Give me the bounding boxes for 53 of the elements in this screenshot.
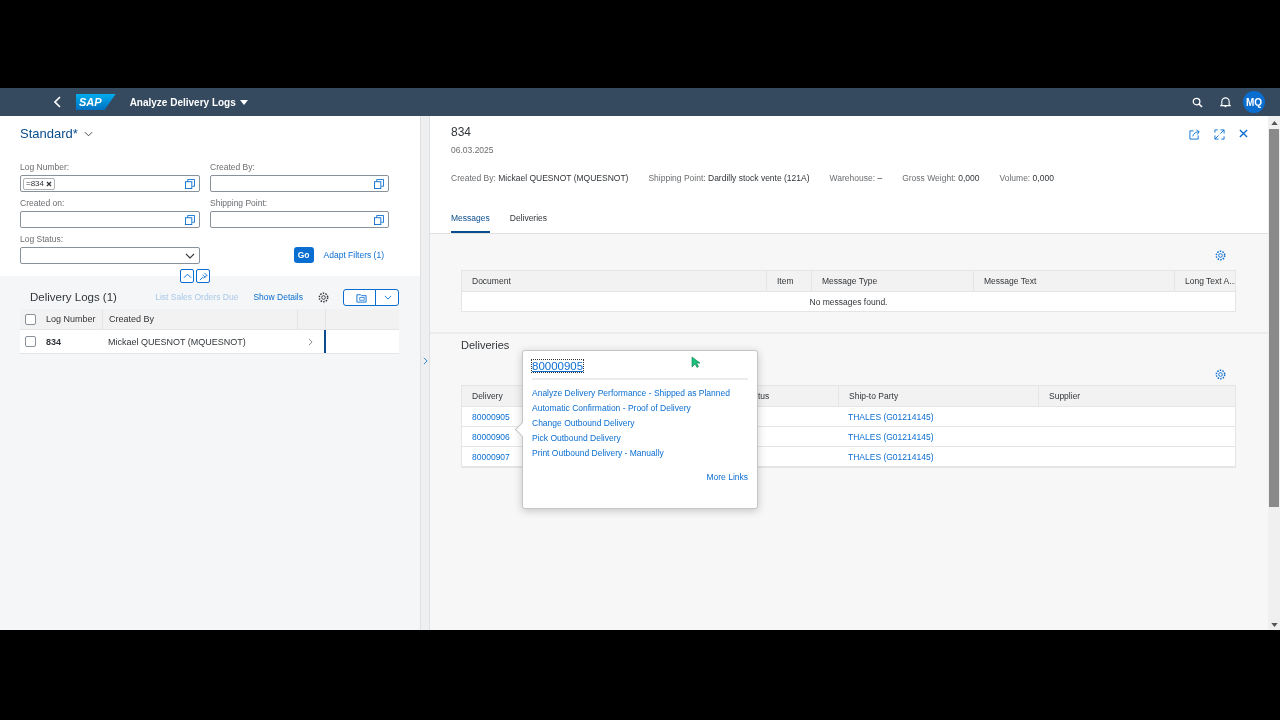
ship-to-link[interactable]: THALES (G01214145): [848, 411, 934, 422]
variant-selector[interactable]: Standard*: [20, 126, 93, 141]
column-header: Ship-to Party: [849, 391, 899, 401]
ship-to-link[interactable]: THALES (G01214145): [848, 431, 934, 442]
field-label: Created on:: [20, 198, 66, 208]
field-label: Log Status:: [20, 234, 64, 244]
attribute: Volume: 0,000: [999, 173, 1054, 183]
delivery-link[interactable]: 80000906: [472, 431, 510, 442]
object-subtitle: 06.03.2025: [451, 145, 494, 155]
table-title: Delivery Logs (1): [30, 291, 117, 303]
attribute: Shipping Point: Dardilly stock vente (121A): [648, 173, 810, 183]
app-link[interactable]: Automatic Confirmation - Proof of Delivery: [532, 403, 691, 413]
object-title: 834: [451, 125, 473, 139]
column-header: Long Text A...: [1185, 276, 1235, 286]
attribute: Gross Weight: 0,000: [902, 173, 980, 183]
app-link[interactable]: Pick Outbound Delivery: [532, 433, 621, 443]
attribute: Warehouse: –: [829, 173, 883, 183]
column-header: Supplier: [1049, 391, 1081, 401]
app-link[interactable]: Change Outbound Delivery: [532, 418, 635, 428]
table-row[interactable]: 834 Mickael QUESNOT (MQUESNOT): [20, 330, 399, 354]
field-label: Created By:: [210, 162, 256, 172]
app-link[interactable]: Print Outbound Delivery - Manually: [532, 448, 664, 458]
column-header: Document: [472, 276, 511, 286]
ship-to-link[interactable]: THALES (G01214145): [848, 451, 934, 462]
app-link[interactable]: Analyze Delivery Performance - Shipped as Planned: [532, 388, 730, 398]
column-header: Message Text: [984, 276, 1037, 286]
attribute: Created By: Mickael QUESNOT (MQUESNOT): [451, 173, 629, 183]
table-cell-text: 834: [46, 336, 63, 347]
empty-message: No messages found.: [809, 296, 888, 307]
column-header: Delivery: [472, 391, 503, 401]
input-field[interactable]: =834: [20, 175, 200, 192]
go-button[interactable]: Go: [293, 247, 314, 263]
field-label: Log Number:: [20, 162, 71, 172]
column-header: Item: [777, 276, 794, 286]
adapt-filters-link[interactable]: Adapt Filters (1): [323, 250, 384, 263]
section-title: Deliveries: [461, 339, 511, 351]
token[interactable]: =834: [23, 177, 56, 190]
tab[interactable]: Deliveries: [509, 213, 548, 233]
column-header: Created By: [102, 309, 297, 329]
column-header: Message Type: [822, 276, 878, 286]
more-links-link[interactable]: More Links: [706, 472, 748, 482]
user-avatar[interactable]: MQ: [1243, 91, 1265, 113]
table-cell-text: Mickael QUESNOT (MQUESNOT): [107, 335, 247, 349]
column-header: tus: [758, 391, 770, 401]
popover-title-link[interactable]: 80000905: [532, 360, 584, 372]
logo[interactable]: SAP: [76, 94, 116, 110]
field-label: Shipping Point:: [210, 198, 269, 208]
delivery-link[interactable]: 80000905: [472, 411, 510, 422]
delivery-link[interactable]: 80000907: [472, 451, 510, 462]
tab[interactable]: Messages: [451, 213, 490, 233]
column-header: Log Number: [46, 314, 97, 324]
app-title-menu[interactable]: Analyze Delivery Logs: [129, 96, 248, 108]
toolbar-button[interactable]: Show Details: [253, 292, 303, 302]
